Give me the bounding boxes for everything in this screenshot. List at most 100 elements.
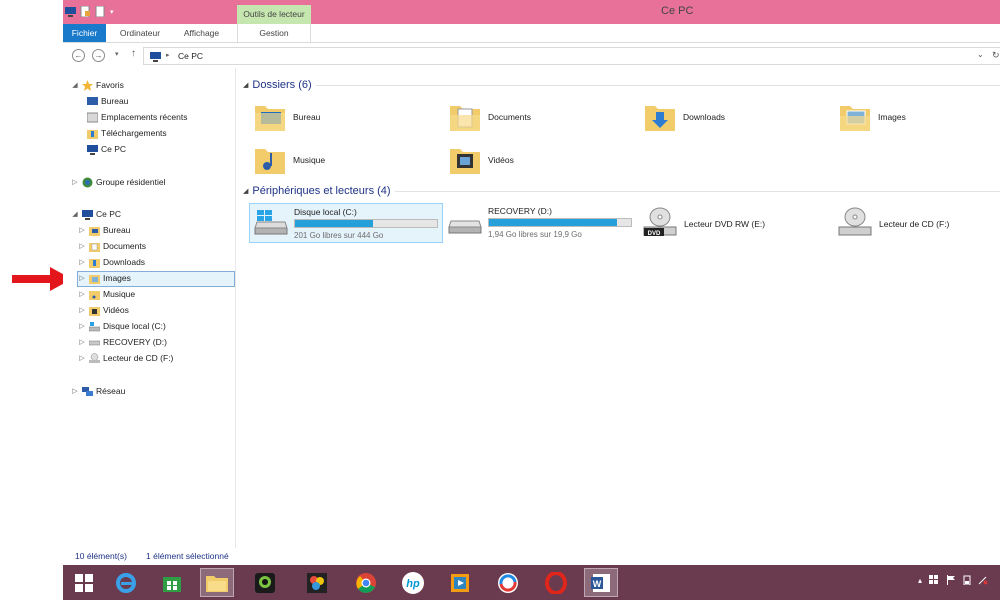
nav-pc-bureau[interactable]: ▷ Bureau [78, 223, 130, 238]
folder-bureau[interactable]: Bureau [253, 98, 320, 136]
folder-downloads[interactable]: Downloads [643, 98, 725, 136]
downloads-folder-icon [87, 130, 98, 139]
battery-icon[interactable] [963, 575, 971, 585]
nav-pc-documents[interactable]: ▷ Documents [78, 239, 146, 254]
taskbar-chrome[interactable] [349, 568, 383, 597]
nav-pc-music[interactable]: ▷ Musique [78, 287, 135, 302]
action-center-flag-icon[interactable] [946, 575, 956, 585]
nav-pc-drive-d[interactable]: ▷ RECOVERY (D:) [78, 335, 167, 350]
expand-arrow-icon[interactable]: ▷ [78, 223, 86, 238]
webcam-icon [255, 572, 275, 593]
expand-arrow-icon[interactable]: ▷ [78, 335, 86, 350]
breadcrumb-ce-pc[interactable]: Ce PC [178, 51, 203, 61]
recent-locations-dropdown-icon[interactable]: ▾ [115, 50, 119, 58]
taskbar-webcam[interactable] [248, 568, 282, 597]
taskbar-opera[interactable] [539, 568, 573, 597]
properties-icon[interactable] [80, 6, 91, 17]
collapse-arrow-icon[interactable]: ◢ [71, 78, 79, 93]
taskbar-word[interactable]: W [584, 568, 618, 597]
music-folder-icon [89, 291, 100, 300]
drive-c-tile[interactable]: Disque local (C:) 201 Go libres sur 444 … [249, 203, 443, 243]
tab-computer[interactable]: Ordinateur [109, 24, 171, 42]
tab-view[interactable]: Affichage [174, 24, 229, 42]
nav-pc-downloads[interactable]: ▷ Downloads [78, 255, 145, 270]
nav-recent-places[interactable]: Emplacements récents [87, 110, 187, 125]
expand-arrow-icon[interactable]: ▷ [71, 175, 79, 190]
nav-fav-ce-pc[interactable]: Ce PC [87, 142, 126, 157]
cd-drive-icon [838, 207, 872, 236]
expand-arrow-icon[interactable]: ▷ [78, 287, 86, 302]
network-disconnected-icon[interactable] [978, 575, 988, 585]
taskbar-paint[interactable] [300, 568, 334, 597]
group-divider [315, 84, 1000, 86]
back-button[interactable]: ← [72, 49, 85, 62]
expand-arrow-icon[interactable]: ▷ [78, 255, 86, 270]
collapse-arrow-icon[interactable]: ◢ [243, 187, 248, 195]
expand-arrow-icon[interactable]: ▷ [78, 351, 86, 366]
show-hidden-icons-icon[interactable]: ▴ [918, 576, 922, 585]
nav-pc-images[interactable]: ▷ Images [78, 271, 131, 286]
qat-dropdown-icon[interactable]: ▾ [110, 8, 114, 16]
collapse-arrow-icon[interactable]: ◢ [71, 207, 79, 222]
music-folder-icon [255, 149, 285, 174]
nav-homegroup[interactable]: ▷ Groupe résidentiel [71, 175, 165, 190]
breadcrumb-chevron-icon[interactable]: ▸ [166, 51, 170, 59]
drive-d-tile[interactable]: RECOVERY (D:) 1,94 Go libres sur 19,9 Go [444, 203, 638, 243]
nav-label: Disque local (C:) [103, 321, 166, 331]
folder-label: Vidéos [488, 155, 514, 165]
taskbar-app-swirl[interactable] [491, 568, 525, 597]
expand-arrow-icon[interactable]: ▷ [78, 319, 86, 334]
title-bar: ▾ Outils de lecteur Ce PC [63, 0, 1000, 24]
taskbar-store[interactable] [155, 568, 189, 597]
drive-label: Lecteur DVD RW (E:) [684, 219, 766, 229]
group-header-devices[interactable]: ◢ Périphériques et lecteurs (4) [243, 183, 1000, 199]
nav-downloads-fav[interactable]: Téléchargements [87, 126, 167, 141]
tab-file[interactable]: Fichier [63, 24, 106, 42]
expand-arrow-icon[interactable]: ▷ [71, 384, 79, 399]
drive-e-tile[interactable]: DVD Lecteur DVD RW (E:) [642, 205, 765, 243]
quick-access-toolbar: ▾ [65, 6, 114, 17]
word-icon: W [591, 573, 610, 592]
expand-arrow-icon[interactable]: ▷ [78, 271, 86, 286]
taskbar-ie[interactable] [109, 568, 143, 597]
nav-favorites-bureau[interactable]: Bureau [87, 94, 128, 109]
start-button[interactable] [67, 568, 101, 597]
nav-this-pc[interactable]: ◢ Ce PC [71, 207, 121, 222]
folder-label: Musique [293, 155, 326, 165]
taskbar-media-player[interactable] [443, 568, 477, 597]
folder-videos[interactable]: Vidéos [448, 141, 514, 179]
forward-button[interactable]: → [92, 49, 105, 62]
up-button[interactable]: ↑ [131, 48, 136, 59]
desktop-icon [87, 97, 98, 105]
pc-icon[interactable] [65, 6, 76, 17]
nav-pc-drive-f[interactable]: ▷ Lecteur de CD (F:) [78, 351, 173, 366]
taskbar: hp W ▴ [63, 565, 1000, 600]
windows-flag-icon[interactable] [929, 575, 939, 585]
group-header-folders[interactable]: ◢ Dossiers (6) [243, 77, 1000, 93]
expand-arrow-icon[interactable]: ▷ [78, 303, 86, 318]
folder-documents[interactable]: Documents [448, 98, 531, 136]
nav-pc-videos[interactable]: ▷ Vidéos [78, 303, 129, 318]
address-bar[interactable]: ▸ Ce PC ⌄ ↻ [143, 47, 1000, 65]
nav-network[interactable]: ▷ Réseau [71, 384, 125, 399]
nav-label: Lecteur de CD (F:) [103, 353, 174, 363]
tab-manage[interactable]: Gestion [237, 24, 311, 42]
nav-favorites[interactable]: ◢ Favoris [71, 78, 124, 93]
new-folder-icon[interactable] [95, 6, 106, 17]
taskbar-file-explorer[interactable] [200, 568, 234, 597]
folder-images[interactable]: Images [838, 98, 906, 136]
nav-pc-drive-c[interactable]: ▷ Disque local (C:) [78, 319, 166, 334]
group-divider [394, 190, 1000, 192]
nav-label: Téléchargements [101, 128, 167, 138]
folder-music[interactable]: Musique [253, 141, 325, 179]
address-dropdown-icon[interactable]: ⌄ [977, 50, 984, 59]
folder-label: Downloads [683, 112, 726, 122]
nav-label: Ce PC [101, 144, 127, 154]
word-badge: W [593, 579, 602, 589]
collapse-arrow-icon[interactable]: ◢ [243, 81, 248, 89]
drive-f-tile[interactable]: Lecteur de CD (F:) [837, 205, 949, 243]
refresh-icon[interactable]: ↻ [992, 50, 1000, 61]
taskbar-hp[interactable]: hp [396, 568, 430, 597]
expand-arrow-icon[interactable]: ▷ [78, 239, 86, 254]
system-drive-icon [89, 322, 100, 332]
